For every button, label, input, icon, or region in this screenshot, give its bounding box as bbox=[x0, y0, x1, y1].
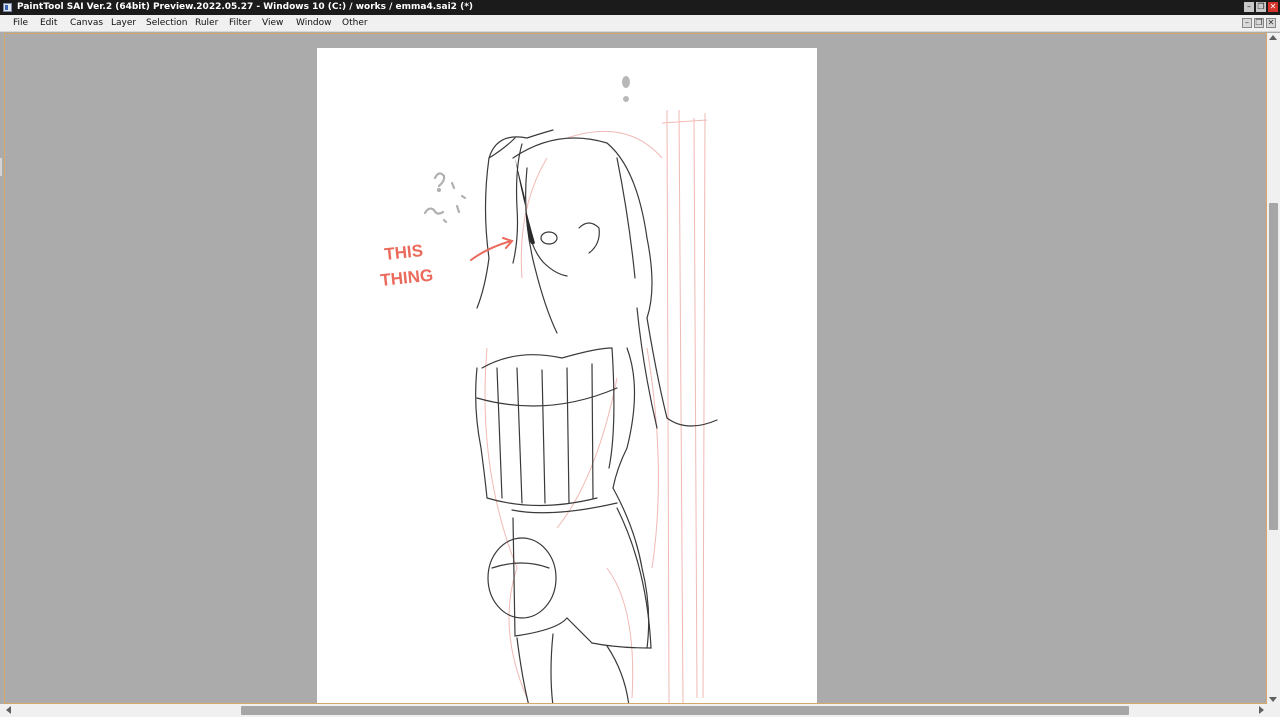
drawing-canvas[interactable]: THIS THING bbox=[317, 48, 817, 703]
title-bar: PaintTool SAI Ver.2 (64bit) Preview.2022… bbox=[0, 0, 1280, 15]
app-icon[interactable] bbox=[3, 3, 12, 12]
doc-close-button[interactable]: ✕ bbox=[1266, 18, 1276, 28]
menu-view[interactable]: View bbox=[262, 15, 283, 31]
doc-restore-button[interactable]: ❐ bbox=[1254, 18, 1264, 28]
artwork: THIS THING bbox=[379, 76, 718, 703]
vertical-scrollbar[interactable] bbox=[1267, 33, 1280, 704]
annotation-line2: THING bbox=[379, 266, 434, 290]
close-button[interactable]: ✕ bbox=[1268, 2, 1278, 12]
minimize-button[interactable]: – bbox=[1244, 2, 1254, 12]
menu-ruler[interactable]: Ruler bbox=[195, 15, 218, 31]
menu-canvas[interactable]: Canvas bbox=[70, 15, 103, 31]
window-title: PaintTool SAI Ver.2 (64bit) Preview.2022… bbox=[17, 2, 474, 12]
horizontal-scroll-thumb[interactable] bbox=[241, 706, 1129, 715]
scrollbar-corner bbox=[1267, 704, 1280, 717]
menu-edit[interactable]: Edit bbox=[40, 15, 57, 31]
horizontal-scrollbar[interactable] bbox=[0, 704, 1280, 717]
scroll-down-arrow-icon[interactable] bbox=[1269, 697, 1277, 702]
vertical-scroll-thumb[interactable] bbox=[1269, 203, 1278, 530]
menu-other[interactable]: Other bbox=[342, 15, 368, 31]
maximize-button[interactable]: ❐ bbox=[1256, 2, 1266, 12]
menu-layer[interactable]: Layer bbox=[111, 15, 136, 31]
canvas-viewport[interactable]: THIS THING bbox=[4, 33, 1267, 704]
scroll-up-arrow-icon[interactable] bbox=[1269, 35, 1277, 40]
menu-file[interactable]: File bbox=[13, 15, 28, 31]
menu-bar: File Edit Canvas Layer Selection Ruler F… bbox=[0, 15, 1280, 32]
left-edge-tab[interactable] bbox=[0, 158, 2, 176]
scroll-left-arrow-icon[interactable] bbox=[6, 706, 11, 714]
menu-selection[interactable]: Selection bbox=[146, 15, 187, 31]
annotation-line1: THIS bbox=[383, 241, 424, 264]
scroll-right-arrow-icon[interactable] bbox=[1259, 706, 1264, 714]
doc-minimize-button[interactable]: – bbox=[1242, 18, 1252, 28]
menu-filter[interactable]: Filter bbox=[229, 15, 251, 31]
menu-window[interactable]: Window bbox=[296, 15, 332, 31]
